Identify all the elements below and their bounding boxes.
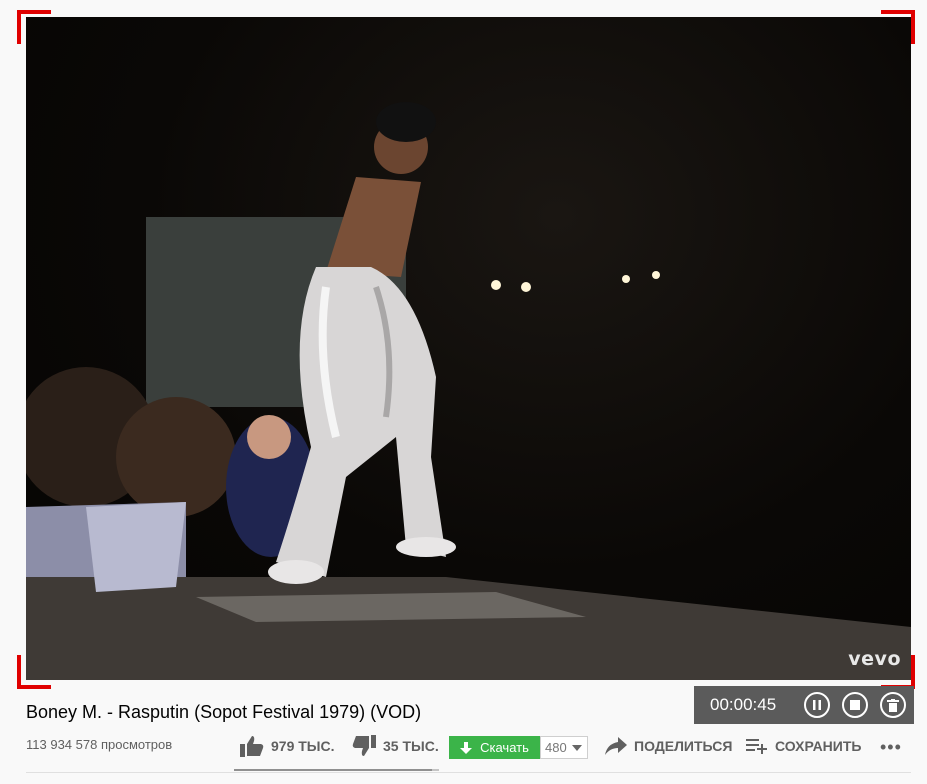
pause-button[interactable] [804,692,830,718]
thumbs-up-icon [240,736,264,757]
divider [26,772,911,773]
capture-corner-bottom-right [881,655,915,689]
share-label: ПОДЕЛИТЬСЯ [634,738,733,754]
capture-corner-top-left [17,10,51,44]
video-title: Boney M. - Rasputin (Sopot Festival 1979… [26,702,422,722]
dislike-button[interactable]: 35 ТЫС. [352,733,439,759]
video-player[interactable]: vevo [26,17,911,680]
stop-icon [850,700,860,710]
thumbs-down-icon [352,735,376,756]
delete-button[interactable] [880,692,906,718]
recorder-time: 00:00:45 [710,695,777,714]
more-actions-button[interactable]: ••• [880,737,902,758]
pause-icon [813,700,821,710]
recorder-panel: 00:00:45 [694,686,914,724]
video-frame [26,102,911,680]
capture-corner-bottom-left [17,655,51,689]
save-button[interactable]: СОХРАНИТЬ [746,733,861,759]
like-dislike-bar [234,769,439,771]
download-button[interactable]: Скачать [449,736,540,759]
capture-corner-top-right [881,10,915,44]
like-count: 979 ТЫС. [271,738,335,754]
share-icon [605,737,627,755]
view-count: 113 934 578 просмотров [26,737,173,752]
download-label: Скачать [480,740,529,755]
download-arrow-icon [460,741,473,754]
playlist-add-icon [746,739,767,754]
like-button[interactable]: 979 ТЫС. [240,733,335,759]
stop-button[interactable] [842,692,868,718]
save-label: СОХРАНИТЬ [775,738,862,754]
share-button[interactable]: ПОДЕЛИТЬСЯ [605,733,732,759]
chevron-down-icon [571,744,582,751]
quality-value: 480 [545,740,567,755]
trash-icon [887,698,899,712]
like-ratio-fill [234,769,432,771]
quality-select[interactable]: 480 [540,736,588,759]
dislike-count: 35 ТЫС. [383,738,439,754]
